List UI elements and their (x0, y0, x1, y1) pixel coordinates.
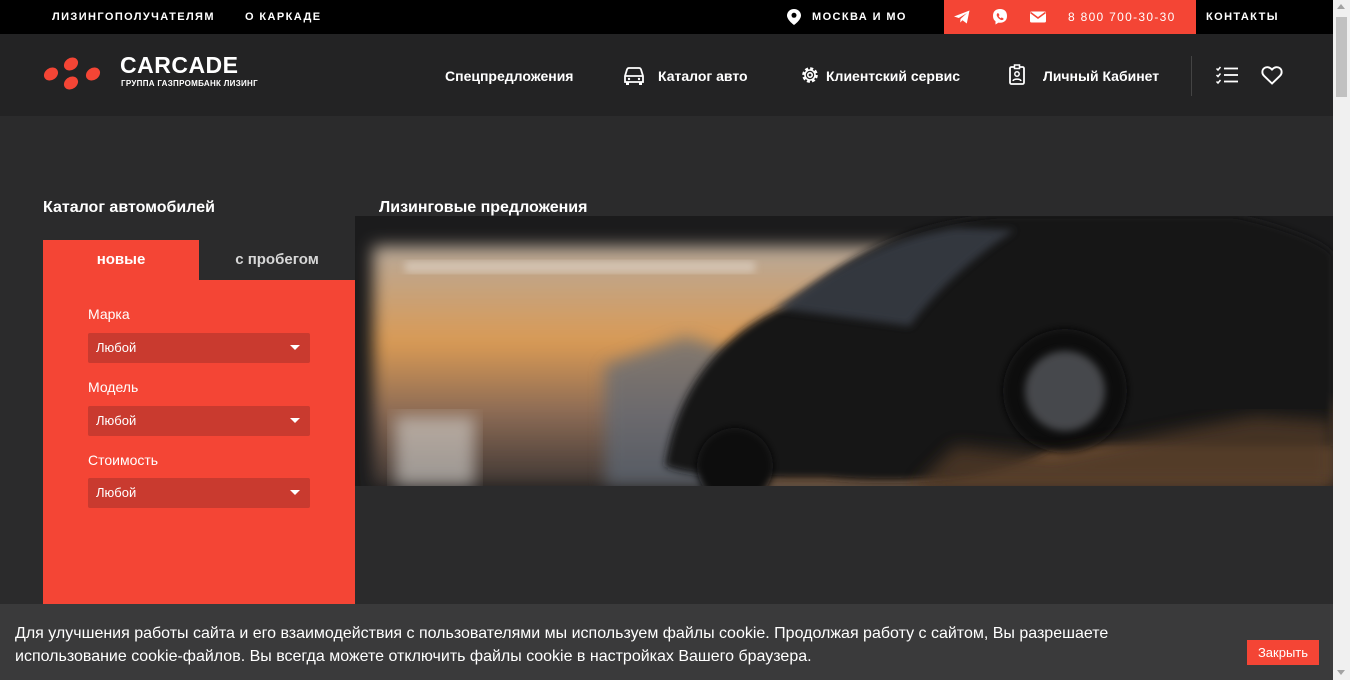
scrollbar-thumb[interactable] (1336, 17, 1347, 97)
logo-subtitle: ГРУППА ГАЗПРОМБАНК ЛИЗИНГ (121, 79, 258, 88)
filter-brand-value: Любой (96, 340, 137, 355)
caret-down-icon (290, 345, 300, 350)
filter-model-value: Любой (96, 413, 137, 428)
banner-car-image (355, 216, 1333, 486)
viber-icon[interactable] (991, 8, 1009, 26)
phone-link[interactable]: 8 800 700-30-30 (1068, 0, 1176, 34)
cookie-close-button[interactable]: Закрыть (1247, 640, 1319, 665)
nav-personal-cabinet[interactable]: Личный Кабинет (1043, 66, 1159, 86)
filter-panel: Марка Любой Модель Любой Стоимость Любой (43, 280, 355, 605)
nav-client-service[interactable]: Клиентский сервис (826, 66, 960, 86)
topbar-link-about[interactable]: О КАРКАДЕ (245, 0, 321, 34)
filter-brand-label: Марка (88, 306, 130, 322)
filter-price-value: Любой (96, 485, 137, 500)
contact-strip: 8 800 700-30-30 (944, 0, 1196, 34)
top-bar: ЛИЗИНГОПОЛУЧАТЕЛЯМ О КАРКАДЕ МОСКВА И МО… (0, 0, 1333, 34)
filter-model-label: Модель (88, 379, 139, 395)
nav-specials[interactable]: Спецпредложения (445, 66, 573, 86)
filter-model-select[interactable]: Любой (88, 406, 310, 436)
nav-catalog[interactable]: Каталог авто (658, 66, 748, 86)
header-divider (1191, 56, 1192, 96)
heart-icon[interactable] (1260, 64, 1284, 86)
cookie-banner: Для улучшения работы сайта и его взаимод… (0, 604, 1333, 680)
car-icon (624, 67, 644, 85)
topbar-link-lessees[interactable]: ЛИЗИНГОПОЛУЧАТЕЛЯМ (52, 0, 215, 34)
scrollbar[interactable] (1333, 0, 1350, 680)
city-selector[interactable]: МОСКВА И МО (812, 0, 907, 34)
filter-price-label: Стоимость (88, 452, 159, 468)
location-pin-icon (787, 9, 801, 25)
scroll-down-arrow-icon[interactable] (1337, 670, 1345, 675)
caret-down-icon (290, 418, 300, 423)
offers-title: Лизинговые предложения (379, 199, 588, 216)
logo-wordmark[interactable]: CARCADE (120, 52, 239, 79)
tab-new-cars[interactable]: новые (43, 240, 199, 280)
scroll-up-arrow-icon[interactable] (1337, 4, 1345, 9)
id-badge-icon (1009, 64, 1025, 85)
carcade-logo-mark[interactable] (42, 52, 104, 92)
mail-icon[interactable] (1029, 8, 1047, 26)
caret-down-icon (290, 490, 300, 495)
gear-icon (802, 67, 818, 83)
topbar-link-contacts[interactable]: КОНТАКТЫ (1206, 0, 1279, 34)
compare-list-icon[interactable] (1215, 64, 1239, 86)
telegram-icon[interactable] (953, 8, 971, 26)
filter-brand-select[interactable]: Любой (88, 333, 310, 363)
catalog-title: Каталог автомобилей (43, 199, 215, 216)
leasing-offer-banner[interactable] (355, 216, 1333, 486)
tab-used-cars[interactable]: с пробегом (199, 240, 355, 280)
filter-price-select[interactable]: Любой (88, 478, 310, 508)
cookie-text: Для улучшения работы сайта и его взаимод… (15, 625, 1109, 665)
